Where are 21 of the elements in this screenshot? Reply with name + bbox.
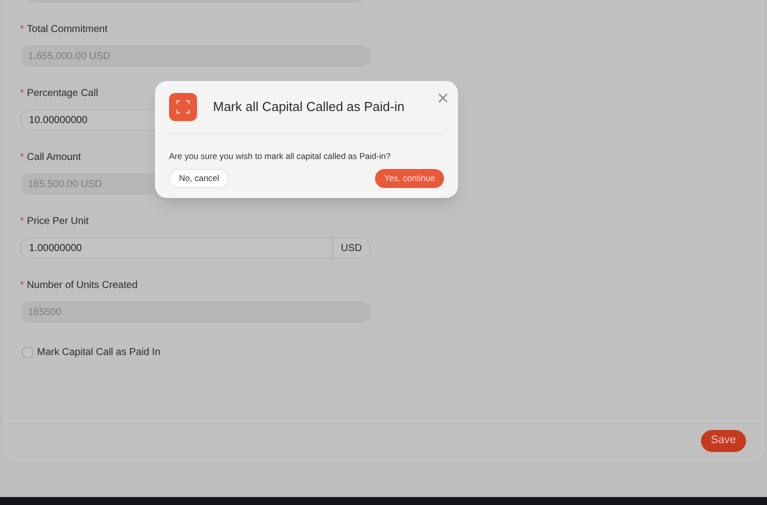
save-button[interactable]: Save bbox=[700, 430, 746, 452]
checkbox[interactable] bbox=[22, 347, 33, 358]
currency-suffix: USD bbox=[332, 238, 370, 258]
field-label: Percentage Call bbox=[26, 86, 98, 100]
field-label: Price Per Unit bbox=[26, 214, 89, 228]
scan-icon bbox=[169, 93, 197, 121]
confirm-button[interactable]: Yes, continue bbox=[375, 168, 444, 188]
field-label: Number of Units Created bbox=[26, 278, 138, 292]
input-field[interactable]: 1.00000000 USD bbox=[20, 237, 371, 259]
checkbox-label: Mark Capital Call as Paid In bbox=[37, 346, 160, 360]
dialog-message: Are you sure you wish to mark all capital called as Paid-in? bbox=[169, 150, 392, 163]
required-mark: * bbox=[20, 214, 24, 228]
required-mark: * bbox=[20, 150, 24, 164]
field-label: Call Amount bbox=[26, 150, 81, 164]
close-icon[interactable] bbox=[438, 93, 448, 103]
required-mark: * bbox=[20, 86, 24, 100]
dialog-title: Mark all Capital Called as Paid-in bbox=[213, 98, 404, 116]
field-label: Total Commitment bbox=[26, 22, 108, 36]
required-mark: * bbox=[20, 278, 24, 292]
required-mark: * bbox=[20, 22, 24, 36]
cancel-button[interactable]: No, cancel bbox=[169, 168, 230, 188]
